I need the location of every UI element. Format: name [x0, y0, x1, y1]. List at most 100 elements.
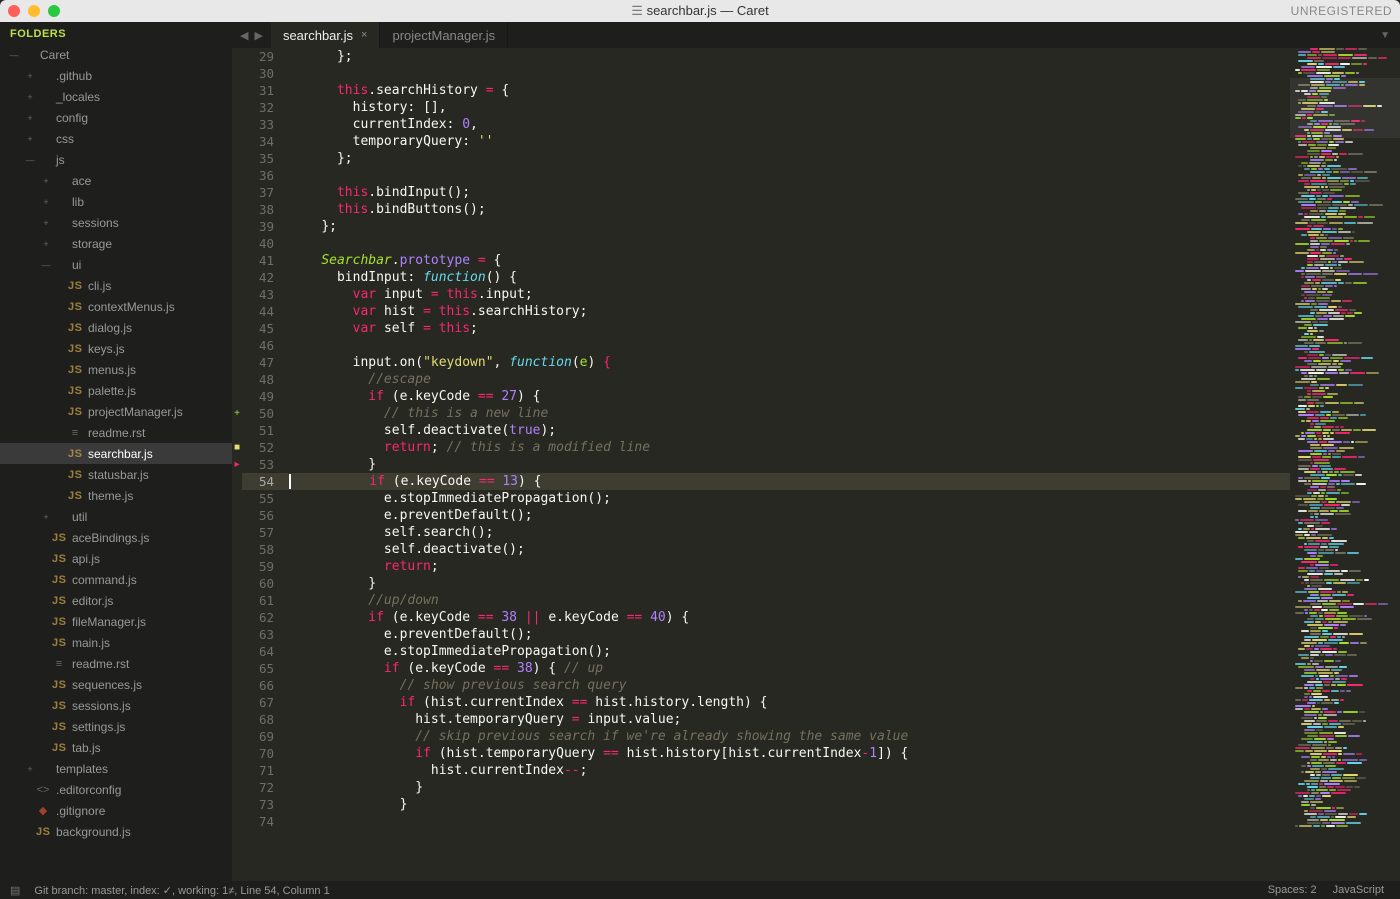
syntax-status[interactable]: JavaScript	[1327, 884, 1390, 896]
tree-item-label: fileManager.js	[72, 615, 146, 629]
file-item[interactable]: JSfileManager.js	[0, 611, 232, 632]
js-file-icon: JS	[52, 637, 66, 649]
line-number-gutter[interactable]: 2930313233343536373839404142434445464748…	[242, 48, 282, 881]
window-controls	[8, 5, 60, 17]
file-item[interactable]: JSsequences.js	[0, 674, 232, 695]
window-title: searchbar.js — Caret	[0, 3, 1400, 19]
file-item[interactable]: JSstatusbar.js	[0, 464, 232, 485]
tree-item-label: projectManager.js	[88, 405, 183, 419]
file-item[interactable]: JSaceBindings.js	[0, 527, 232, 548]
tabbar: ◀ ▶ searchbar.js × projectManager.js ▼	[232, 22, 1400, 48]
js-file-icon: JS	[68, 301, 82, 313]
minimap[interactable]	[1290, 48, 1400, 881]
file-item[interactable]: JSeditor.js	[0, 590, 232, 611]
minimize-window-button[interactable]	[28, 5, 40, 17]
tree-item-label: readme.rst	[88, 426, 145, 440]
tree-item-label: statusbar.js	[88, 468, 149, 482]
close-window-button[interactable]	[8, 5, 20, 17]
file-item[interactable]: JScommand.js	[0, 569, 232, 590]
diff-gutter: +■▸	[232, 48, 242, 881]
file-item[interactable]: ≡readme.rst	[0, 422, 232, 443]
tree-item-label: searchbar.js	[88, 447, 153, 461]
chevron-down-icon: —	[24, 155, 36, 165]
tree-item-label: js	[56, 153, 65, 167]
file-item[interactable]: JSsessions.js	[0, 695, 232, 716]
tab[interactable]: projectManager.js	[380, 22, 508, 48]
tree-item-label: config	[56, 111, 88, 125]
editor[interactable]: +■▸ 293031323334353637383940414243444546…	[232, 48, 1400, 881]
folder-item[interactable]: +.github	[0, 65, 232, 86]
js-file-icon: JS	[68, 364, 82, 376]
tree-item-label: .editorconfig	[56, 783, 121, 797]
tree-item-label: sessions.js	[72, 699, 131, 713]
nav-back-icon[interactable]: ◀	[240, 29, 248, 42]
folder-item[interactable]: +sessions	[0, 212, 232, 233]
file-item[interactable]: ≡readme.rst	[0, 653, 232, 674]
folder-item[interactable]: + ace	[0, 170, 232, 191]
chevron-down-icon: —	[8, 50, 20, 60]
tree-item-label: main.js	[72, 636, 110, 650]
folder-item[interactable]: +util	[0, 506, 232, 527]
file-item[interactable]: ◆.gitignore	[0, 800, 232, 821]
statusbar: ▤ Git branch: master, index: ✓, working:…	[0, 881, 1400, 899]
file-item[interactable]: JSsearchbar.js	[0, 443, 232, 464]
folder-item[interactable]: — js	[0, 149, 232, 170]
git-status[interactable]: Git branch: master, index: ✓, working: 1…	[28, 884, 335, 897]
tree-item-label: contextMenus.js	[88, 300, 175, 314]
plus-icon: +	[24, 134, 36, 144]
plus-icon: +	[40, 176, 52, 186]
tab-label: searchbar.js	[283, 28, 353, 43]
folder-item[interactable]: +_locales	[0, 86, 232, 107]
plus-icon: +	[40, 197, 52, 207]
zoom-window-button[interactable]	[48, 5, 60, 17]
file-item[interactable]: JSdialog.js	[0, 317, 232, 338]
folder-item[interactable]: +css	[0, 128, 232, 149]
folder-item[interactable]: + storage	[0, 233, 232, 254]
indent-status[interactable]: Spaces: 2	[1262, 884, 1323, 896]
file-item[interactable]: JStab.js	[0, 737, 232, 758]
js-file-icon: JS	[52, 574, 66, 586]
file-item[interactable]: JSbackground.js	[0, 821, 232, 842]
file-item[interactable]: JSpalette.js	[0, 380, 232, 401]
plus-icon: +	[40, 512, 52, 522]
file-item[interactable]: JSkeys.js	[0, 338, 232, 359]
minimap-viewport[interactable]	[1290, 78, 1400, 138]
tree-item-label: ace	[72, 174, 91, 188]
tree-item-label: api.js	[72, 552, 100, 566]
console-icon[interactable]: ▤	[10, 884, 20, 897]
folder-item[interactable]: +templates	[0, 758, 232, 779]
tree-item-label: dialog.js	[88, 321, 132, 335]
tree-item-label: readme.rst	[72, 657, 129, 671]
folder-item[interactable]: —Caret	[0, 44, 232, 65]
tree-item-label: ui	[72, 258, 81, 272]
code-area[interactable]: }; this.searchHistory = { history: [], c…	[282, 48, 1290, 881]
file-item[interactable]: JS main.js	[0, 632, 232, 653]
tree-item-label: .gitignore	[56, 804, 105, 818]
sidebar[interactable]: FOLDERS —Caret+.github+_locales+config+c…	[0, 22, 232, 881]
js-file-icon: JS	[52, 595, 66, 607]
file-item[interactable]: JSapi.js	[0, 548, 232, 569]
tab[interactable]: searchbar.js ×	[271, 22, 381, 48]
tree-item-label: tab.js	[72, 741, 101, 755]
folder-item[interactable]: +config	[0, 107, 232, 128]
file-item[interactable]: JS contextMenus.js	[0, 296, 232, 317]
js-file-icon: JS	[68, 280, 82, 292]
plus-icon: +	[24, 71, 36, 81]
file-item[interactable]: JScli.js	[0, 275, 232, 296]
titlebar: searchbar.js — Caret UNREGISTERED	[0, 0, 1400, 22]
file-item[interactable]: JStheme.js	[0, 485, 232, 506]
tree-item-label: settings.js	[72, 720, 125, 734]
file-item[interactable]: <>.editorconfig	[0, 779, 232, 800]
folder-item[interactable]: —ui	[0, 254, 232, 275]
file-item[interactable]: JSsettings.js	[0, 716, 232, 737]
file-item[interactable]: JSprojectManager.js	[0, 401, 232, 422]
tree-item-label: sequences.js	[72, 678, 142, 692]
tree-item-label: storage	[72, 237, 112, 251]
plus-icon: +	[40, 239, 52, 249]
close-tab-icon[interactable]: ×	[361, 29, 367, 41]
folder-item[interactable]: +lib	[0, 191, 232, 212]
nav-forward-icon[interactable]: ▶	[254, 29, 262, 42]
tree-item-label: _locales	[56, 90, 100, 104]
tab-overflow-button[interactable]: ▼	[1370, 22, 1400, 48]
file-item[interactable]: JSmenus.js	[0, 359, 232, 380]
